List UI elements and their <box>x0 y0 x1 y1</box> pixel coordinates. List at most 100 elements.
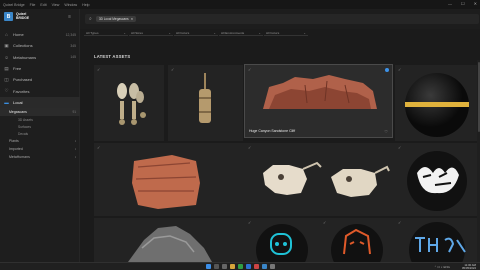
menu-help[interactable]: Help <box>82 3 89 7</box>
asset-tile[interactable] <box>94 218 245 262</box>
sidebar-subitem-plants[interactable]: Plants ▪ <box>0 137 80 145</box>
downloaded-badge-icon <box>385 68 389 72</box>
bridge-app: Quixel Bridge File Edit View Window Help… <box>0 0 480 262</box>
asset-tile[interactable]: ✓ <box>395 65 480 141</box>
sidebar-subitem-decals[interactable]: Decals <box>0 130 80 137</box>
sidebar-item-metahumans[interactable]: ☺ Metahumans 145 <box>0 52 80 63</box>
section-title: LATEST ASSETS <box>94 54 131 59</box>
asset-tile[interactable]: ✓ <box>320 218 395 262</box>
logo[interactable]: B Quixel BRIDGE <box>4 12 29 21</box>
sidebar-item-purchased[interactable]: ◫ Purchased <box>0 74 80 85</box>
check-icon[interactable]: ✓ <box>398 220 401 225</box>
sidebar-subitem-metahumans[interactable]: MetaHumans ▪ <box>0 153 80 161</box>
asset-tile[interactable]: ✓ <box>395 218 480 262</box>
sidebar-subitem-count: 91 <box>72 110 76 115</box>
check-icon[interactable]: ✓ <box>171 67 174 72</box>
search-chip-label: 3D Local Megascans <box>98 17 129 21</box>
task-view-icon[interactable] <box>221 264 227 269</box>
asset-thumbnail-cow-skulls <box>263 161 390 197</box>
sidebar-subitem-surfaces[interactable]: Surfaces <box>0 123 80 130</box>
sidebar-item-count: 12,345 <box>65 32 76 37</box>
check-icon[interactable]: ✓ <box>248 145 251 150</box>
menu-file[interactable]: File <box>30 3 36 7</box>
sidebar-item-collections[interactable]: ▣ Collections 345 <box>0 40 80 51</box>
metahuman-icon: ☺ <box>4 54 9 60</box>
check-icon[interactable]: ✓ <box>248 67 251 72</box>
sidebar-subitem-label: Megascans <box>9 110 27 115</box>
filter-types[interactable]: All Types ⌄ <box>84 30 128 36</box>
filter-colors-2[interactable]: All Colors ⌄ <box>264 30 308 36</box>
bridge-taskbar-icon[interactable] <box>261 264 267 269</box>
store-icon[interactable] <box>245 264 251 269</box>
app-title: Quixel Bridge <box>3 2 25 7</box>
asset-tile[interactable]: ✓ <box>94 143 245 216</box>
sidebar-subitem-3d-assets[interactable]: 3D Assets <box>0 116 80 123</box>
explorer-icon[interactable] <box>229 264 235 269</box>
sidebar-subitem-marker: ▪ <box>74 147 76 152</box>
filter-colors[interactable]: All Colors ⌄ <box>174 30 218 36</box>
search-filter-chip[interactable]: 3D Local Megascans ✕ <box>95 16 137 22</box>
asset-thumbnail-rock-pile <box>128 226 212 262</box>
asset-tile[interactable]: ✓ <box>245 218 320 262</box>
close-button[interactable]: ✕ <box>474 1 477 6</box>
sidebar-subitem-megascans[interactable]: Megascans 91 <box>0 108 80 117</box>
check-icon[interactable]: ✓ <box>97 145 100 150</box>
browser-icon[interactable] <box>237 264 243 269</box>
search-input[interactable]: ⌕ 3D Local Megascans ✕ <box>85 14 479 24</box>
favorite-icon[interactable]: ♡ <box>384 129 388 134</box>
check-icon[interactable]: ✓ <box>248 220 251 225</box>
asset-name: Huge Canyon Sandstone Cliff <box>249 129 296 133</box>
chevron-down-icon: ⌄ <box>258 30 261 35</box>
check-icon[interactable]: ✓ <box>398 145 401 150</box>
asset-tile[interactable]: ✓ <box>94 65 164 141</box>
filter-sizes[interactable]: All Sizes ⌄ <box>129 30 173 36</box>
asset-tile-selected[interactable]: ✓ Huge Canyon Sandstone Cliff ♡ <box>244 64 393 138</box>
maximize-button[interactable]: ☐ <box>461 1 465 6</box>
logo-line2: BRIDGE <box>16 15 30 20</box>
windows-taskbar: ⌃ ⊡ ◖ ENG 11:00 AM 05/05/2022 <box>0 262 480 270</box>
check-icon[interactable]: ✓ <box>97 67 100 72</box>
asset-tile[interactable]: ✓ <box>245 143 395 216</box>
chevron-down-icon: ⌄ <box>123 30 126 35</box>
filter-environments[interactable]: All Environments ⌄ <box>219 30 263 36</box>
asset-tile[interactable]: ✓ <box>168 65 243 141</box>
filter-label: All Colors <box>176 30 190 35</box>
asset-tile[interactable]: ✓ <box>395 143 480 216</box>
windows-start-icon[interactable] <box>205 264 211 269</box>
check-icon[interactable]: ✓ <box>323 220 326 225</box>
clock[interactable]: 11:00 AM 05/05/2022 <box>462 264 476 270</box>
sidebar-nav: ⌂ Home 12,345 ▣ Collections 345 ☺ Metahu… <box>0 29 80 161</box>
sidebar-subitem-marker: ▪ <box>74 139 76 144</box>
asset-thumbnail-orange-graffiti-sphere <box>331 224 383 262</box>
sidebar-item-favorites[interactable]: ♡ Favorites <box>0 85 80 96</box>
scrollbar-thumb[interactable] <box>477 62 480 132</box>
system-tray-icons[interactable]: ⌃ ⊡ ◖ ENG <box>434 265 450 269</box>
search-icon: ⌕ <box>89 16 92 22</box>
sidebar-subitem-imported[interactable]: Imported ▪ <box>0 145 80 153</box>
asset-thumbnail-graffiti-sphere <box>407 151 467 211</box>
menu-edit[interactable]: Edit <box>40 3 46 7</box>
minimize-button[interactable]: — <box>448 1 452 6</box>
heart-icon: ♡ <box>4 88 9 94</box>
sidebar-subitem-label: MetaHumans <box>9 155 30 160</box>
chevron-down-icon: ⌄ <box>168 30 171 35</box>
sidebar: B Quixel BRIDGE ≡ ⌂ Home 12,345 ▣ Collec… <box>0 9 80 262</box>
sidebar-item-label: Purchased <box>13 77 33 83</box>
sidebar-item-home[interactable]: ⌂ Home 12,345 <box>0 29 80 40</box>
check-icon[interactable]: ✓ <box>398 67 401 72</box>
asset-thumbnail-blue-graffiti-sphere <box>409 222 466 262</box>
app-icon[interactable] <box>269 264 275 269</box>
menu-window[interactable]: Window <box>64 3 77 7</box>
filter-label: All Colors <box>266 30 280 35</box>
menu-view[interactable]: View <box>52 3 60 7</box>
collapse-sidebar-icon[interactable]: ≡ <box>68 14 71 20</box>
sidebar-item-label: Metahumans <box>13 54 37 60</box>
app-icon[interactable] <box>253 264 259 269</box>
filter-label: All Environments <box>221 30 245 35</box>
sidebar-item-label: Local <box>13 99 23 105</box>
sidebar-item-local[interactable]: ▬ Local <box>0 96 80 109</box>
top-bar: ⌕ 3D Local Megascans ✕ <box>80 9 480 29</box>
taskbar-search-icon[interactable] <box>213 264 219 269</box>
sidebar-item-free[interactable]: ▤ Free <box>0 63 80 74</box>
chip-close-icon[interactable]: ✕ <box>131 17 134 21</box>
